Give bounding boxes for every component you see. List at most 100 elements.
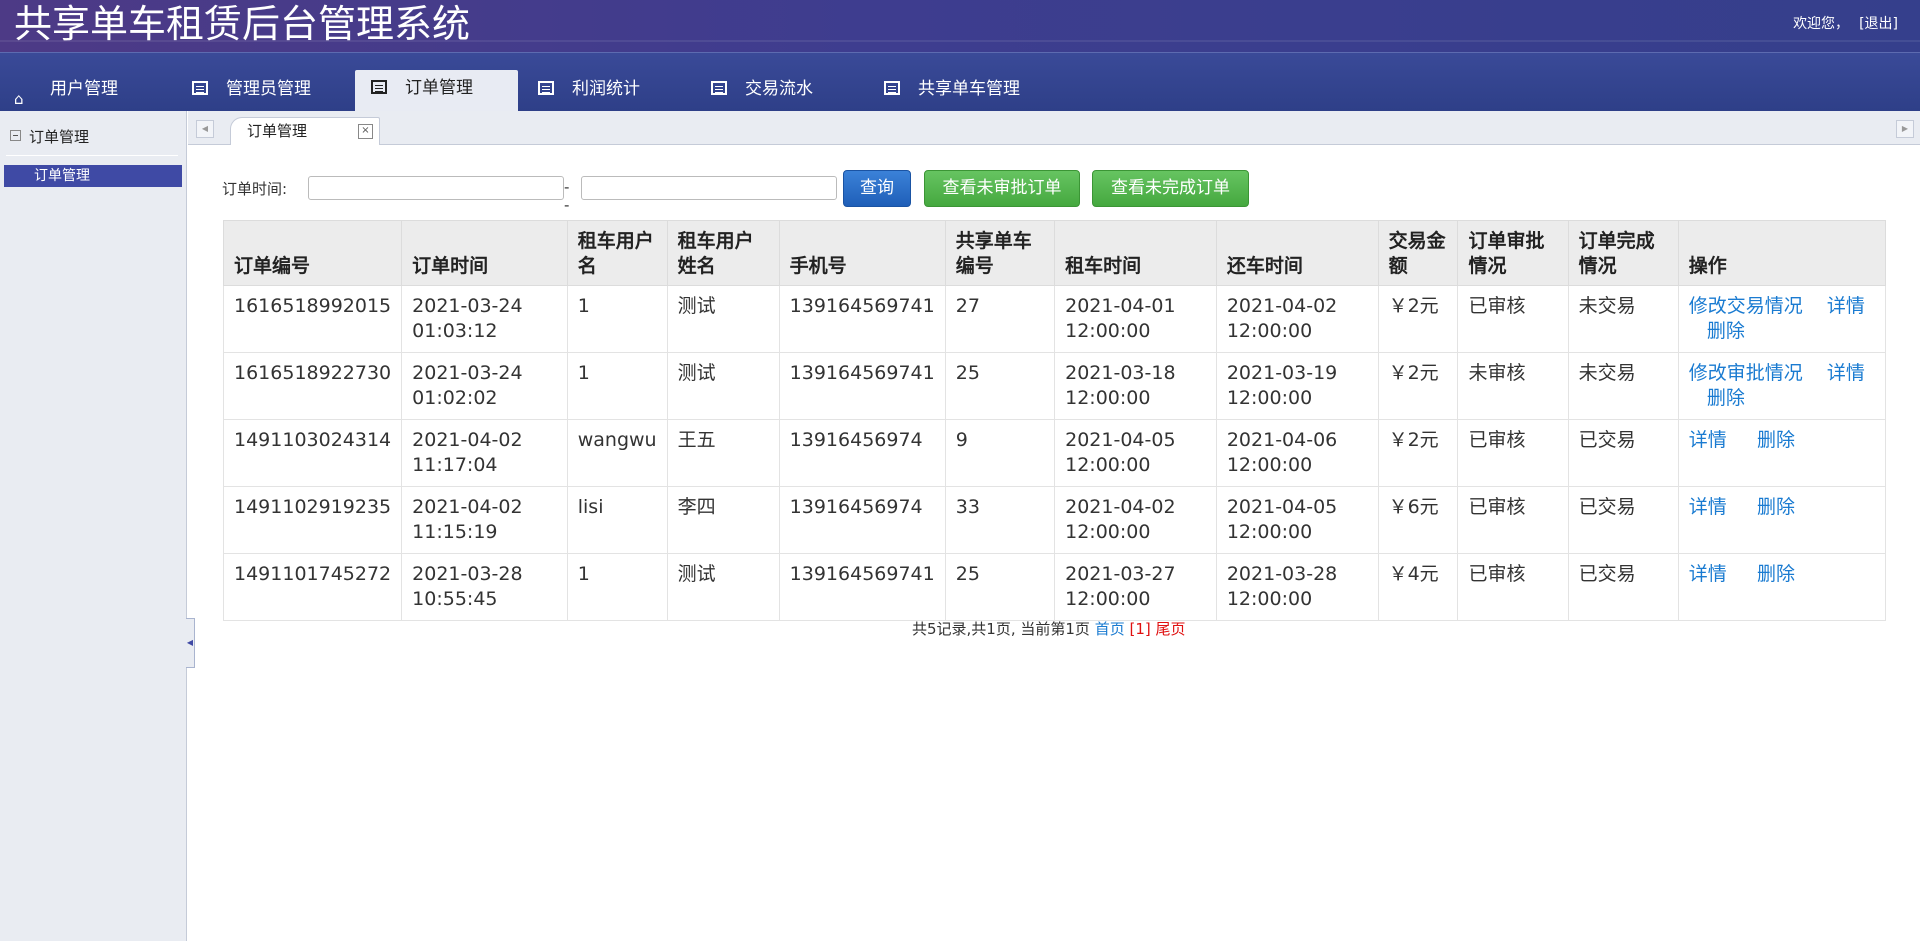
order-time-cell: 2021-03-24 01:03:12 bbox=[401, 285, 568, 353]
first-page-link[interactable]: 首页 bbox=[1095, 620, 1125, 638]
scroll-right-icon[interactable]: ▶ bbox=[1896, 120, 1914, 138]
completion-cell: 已交易 bbox=[1567, 486, 1679, 554]
phone-cell: 13916456974 bbox=[778, 486, 946, 554]
bike-id-cell: 27 bbox=[944, 285, 1056, 353]
detail-link[interactable]: 详情 bbox=[1827, 295, 1865, 317]
order-id-cell: 1616518922730 bbox=[222, 352, 403, 420]
column-header: 订单编号 bbox=[222, 220, 403, 286]
order-time-cell: 2021-03-24 01:02:02 bbox=[401, 352, 568, 420]
close-icon[interactable]: × bbox=[358, 124, 373, 139]
username-cell: 1 bbox=[566, 352, 668, 420]
approval-cell: 未审核 bbox=[1457, 352, 1569, 420]
scroll-left-icon[interactable]: ◀ bbox=[196, 120, 214, 138]
tab-label: 管理员管理 bbox=[226, 79, 311, 99]
detail-link[interactable]: 详情 bbox=[1689, 429, 1727, 451]
table-row: 1491102919235 2021-04-02 11:15:19 lisi 李… bbox=[222, 486, 1887, 554]
column-header: 租车用户名 bbox=[566, 220, 668, 286]
order-id-cell: 1491103024314 bbox=[222, 419, 403, 487]
logout-link[interactable]: [退出] bbox=[1859, 16, 1898, 32]
modify-approval-link[interactable]: 修改审批情况 bbox=[1689, 362, 1803, 384]
list-icon bbox=[711, 81, 727, 95]
amount-cell: ￥2元 bbox=[1377, 285, 1459, 353]
actions-cell: 详情 删除 bbox=[1677, 419, 1887, 487]
order-id-cell: 1491102919235 bbox=[222, 486, 403, 554]
phone-cell: 139164569741 bbox=[778, 285, 946, 353]
delete-link[interactable]: 删除 bbox=[1757, 563, 1795, 585]
tab-label: 利润统计 bbox=[572, 79, 640, 99]
completion-cell: 已交易 bbox=[1567, 419, 1679, 487]
actions-cell: 修改交易情况 详情 删除 bbox=[1677, 285, 1887, 353]
approval-cell: 已审核 bbox=[1457, 486, 1569, 554]
delete-link[interactable]: 删除 bbox=[1757, 429, 1795, 451]
user-area: 欢迎您， [退出] bbox=[1783, 13, 1898, 33]
detail-link[interactable]: 详情 bbox=[1689, 496, 1727, 518]
completion-cell: 已交易 bbox=[1567, 553, 1679, 621]
phone-cell: 139164569741 bbox=[778, 553, 946, 621]
name-cell: 测试 bbox=[666, 285, 780, 353]
sidebar-toggle-icon[interactable]: ◀ bbox=[186, 618, 195, 668]
column-header: 租车时间 bbox=[1054, 220, 1217, 286]
last-page-link[interactable]: 尾页 bbox=[1156, 620, 1186, 638]
tab-order-management[interactable]: 订单管理 bbox=[355, 70, 518, 111]
view-unfinished-button[interactable]: 查看未完成订单 bbox=[1092, 170, 1249, 207]
column-header: 交易金额 bbox=[1377, 220, 1459, 286]
pagination: 共5记录,共1页, 当前第1页 首页 [1] 尾页 bbox=[912, 618, 1186, 639]
approval-cell: 已审核 bbox=[1457, 553, 1569, 621]
main-nav: ⌂ 用户管理 管理员管理 订单管理 利润统计 交易流水 共享单车管理 bbox=[0, 52, 1920, 111]
order-time-cell: 2021-04-02 11:15:19 bbox=[401, 486, 568, 554]
amount-cell: ￥2元 bbox=[1377, 419, 1459, 487]
view-unapproved-button[interactable]: 查看未审批订单 bbox=[924, 170, 1080, 207]
detail-link[interactable]: 详情 bbox=[1689, 563, 1727, 585]
order-time-from-input[interactable] bbox=[308, 176, 564, 200]
query-button[interactable]: 查询 bbox=[843, 170, 911, 207]
order-time-to-input[interactable] bbox=[581, 176, 837, 200]
rent-time-cell: 2021-04-01 12:00:00 bbox=[1054, 285, 1217, 353]
modify-transaction-link[interactable]: 修改交易情况 bbox=[1689, 295, 1803, 317]
app-header: 共享单车租赁后台管理系统 欢迎您， [退出] bbox=[0, 0, 1920, 52]
sidebar-group-header[interactable]: 订单管理 bbox=[10, 126, 89, 147]
tab-label: 交易流水 bbox=[745, 79, 813, 99]
list-icon bbox=[538, 81, 554, 95]
bike-id-cell: 25 bbox=[944, 553, 1056, 621]
delete-link[interactable]: 删除 bbox=[1707, 320, 1745, 342]
tab-bike-management[interactable]: 共享单车管理 bbox=[868, 71, 1068, 111]
phone-cell: 139164569741 bbox=[778, 352, 946, 420]
tab-label: 用户管理 bbox=[50, 79, 118, 99]
list-icon bbox=[371, 80, 387, 94]
delete-link[interactable]: 删除 bbox=[1707, 387, 1745, 409]
tab-label: 共享单车管理 bbox=[918, 79, 1020, 99]
tab-admin-management[interactable]: 管理员管理 bbox=[176, 71, 346, 111]
column-header: 订单完成情况 bbox=[1567, 220, 1679, 286]
list-icon bbox=[884, 81, 900, 95]
bike-id-cell: 9 bbox=[944, 419, 1056, 487]
date-separator: -- bbox=[564, 178, 570, 214]
approval-cell: 已审核 bbox=[1457, 419, 1569, 487]
actions-cell: 详情 删除 bbox=[1677, 553, 1887, 621]
column-header: 还车时间 bbox=[1215, 220, 1379, 286]
welcome-text: 欢迎您， bbox=[1793, 16, 1850, 32]
sidebar-item-order-management[interactable]: 订单管理 bbox=[4, 165, 182, 187]
content-tab-label: 订单管理 bbox=[247, 122, 308, 140]
app-title: 共享单车租赁后台管理系统 bbox=[14, 2, 471, 46]
tab-label: 订单管理 bbox=[405, 78, 473, 98]
tab-transaction-flow[interactable]: 交易流水 bbox=[695, 71, 865, 111]
detail-link[interactable]: 详情 bbox=[1827, 362, 1865, 384]
column-header: 订单审批情况 bbox=[1457, 220, 1569, 286]
name-cell: 测试 bbox=[666, 553, 780, 621]
rent-time-cell: 2021-03-18 12:00:00 bbox=[1054, 352, 1217, 420]
actions-cell: 详情 删除 bbox=[1677, 486, 1887, 554]
return-time-cell: 2021-04-06 12:00:00 bbox=[1215, 419, 1379, 487]
order-time-cell: 2021-04-02 11:17:04 bbox=[401, 419, 568, 487]
name-cell: 测试 bbox=[666, 352, 780, 420]
tab-user-management[interactable]: ⌂ 用户管理 bbox=[0, 71, 170, 111]
column-header: 租车用户姓名 bbox=[666, 220, 780, 286]
rent-time-cell: 2021-04-05 12:00:00 bbox=[1054, 419, 1217, 487]
list-icon bbox=[192, 81, 208, 95]
sidebar-group-label: 订单管理 bbox=[29, 128, 90, 146]
table-row: 1616518992015 2021-03-24 01:03:12 1 测试 1… bbox=[222, 285, 1887, 353]
content-tab-order-management[interactable]: 订单管理 × bbox=[230, 117, 380, 145]
tab-profit-statistics[interactable]: 利润统计 bbox=[522, 71, 692, 111]
delete-link[interactable]: 删除 bbox=[1757, 496, 1795, 518]
sidebar: 订单管理 订单管理 bbox=[0, 111, 187, 941]
column-header: 手机号 bbox=[778, 220, 946, 286]
